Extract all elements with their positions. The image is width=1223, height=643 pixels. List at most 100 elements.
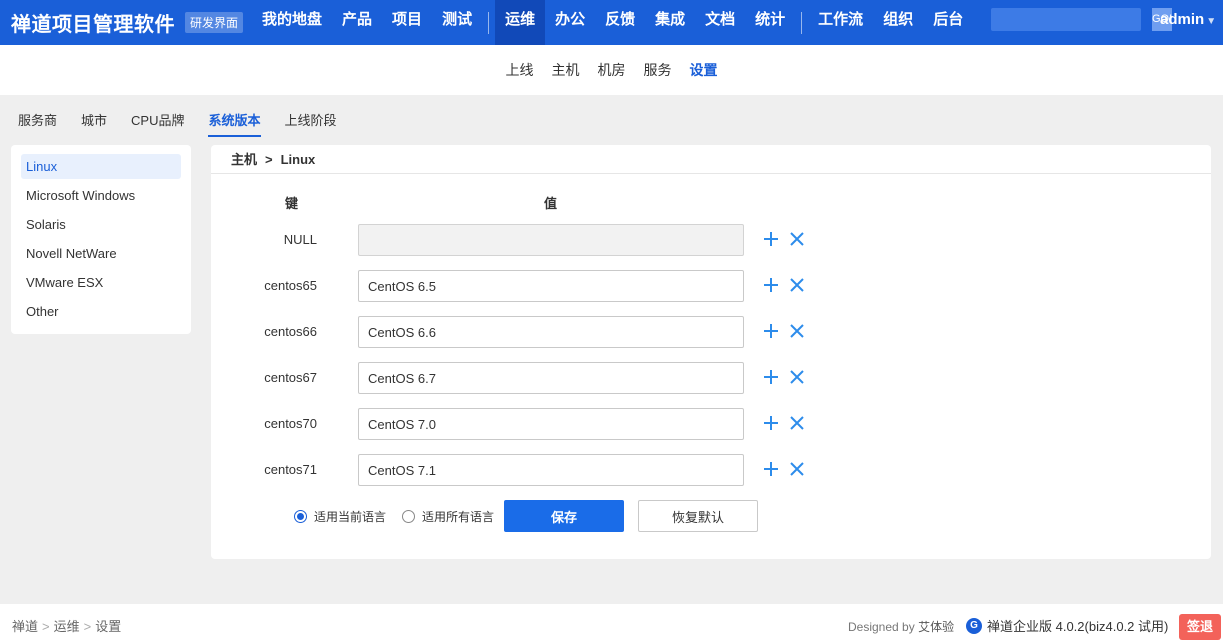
- nav-item[interactable]: 我的地盘: [252, 0, 332, 45]
- nav-item[interactable]: 运维: [495, 0, 546, 45]
- row-value-input[interactable]: [358, 454, 744, 486]
- user-menu[interactable]: admin ▼: [1160, 11, 1216, 28]
- row-key: centos67: [264, 370, 317, 385]
- key-value-row: centos71: [211, 454, 1211, 486]
- plus-icon[interactable]: [762, 368, 780, 386]
- version-info[interactable]: G 禅道企业版 4.0.2(biz4.0.2 试用): [966, 616, 1168, 635]
- key-value-row: NULL: [211, 224, 1211, 256]
- nav-item[interactable]: 集成: [645, 0, 695, 45]
- interface-badge[interactable]: 研发界面: [185, 12, 244, 33]
- nav-item[interactable]: 文档: [695, 0, 745, 45]
- row-key: centos65: [264, 278, 317, 293]
- column-header-value: 值: [544, 196, 558, 211]
- sub-nav: 上线 主机 机房 服务 设置: [0, 45, 1223, 95]
- column-header-key: 键: [285, 196, 299, 211]
- nav-divider: [488, 11, 490, 34]
- signout-button[interactable]: 签退: [1179, 614, 1221, 640]
- breadcrumb-separator-icon: >: [83, 619, 92, 634]
- panel-breadcrumb: 主机 > Linux: [211, 145, 1211, 174]
- close-icon[interactable]: [788, 230, 806, 248]
- footer: 禅道 > 运维 > 设置 Designed by 艾体验 G 禅道企业版 4.0.2(b…: [0, 604, 1223, 643]
- os-category-list: Linux Microsoft Windows Solaris Novell NetW…: [11, 145, 191, 334]
- radio-all-languages[interactable]: 适用所有语言: [402, 508, 494, 525]
- sidebar-item[interactable]: VMware ESX: [21, 270, 181, 295]
- row-value-input[interactable]: [358, 408, 744, 440]
- designed-by-name[interactable]: 艾体验: [918, 620, 954, 634]
- user-name: admin: [1160, 11, 1205, 28]
- settings-tabs: 服务商 城市 CPU品牌 系统版本 上线阶段: [18, 110, 361, 137]
- breadcrumb-parent: 主机: [231, 152, 258, 167]
- tab-item[interactable]: 系统版本: [208, 110, 261, 137]
- main-nav: 我的地盘 产品 项目 测试 运维 办公 反馈 集成 文档 统计 工作流 组织 后台: [252, 0, 973, 45]
- sidebar-item[interactable]: Solaris: [21, 212, 181, 237]
- subnav-item[interactable]: 上线: [497, 60, 543, 80]
- tab-item[interactable]: CPU品牌: [131, 110, 184, 137]
- save-button[interactable]: 保存: [504, 500, 624, 532]
- close-icon[interactable]: [788, 276, 806, 294]
- close-icon[interactable]: [788, 368, 806, 386]
- row-value-input[interactable]: [358, 270, 744, 302]
- restore-default-button[interactable]: 恢复默认: [638, 500, 758, 532]
- radio-current-language-label: 适用当前语言: [314, 510, 387, 524]
- nav-item[interactable]: 统计: [745, 0, 795, 45]
- nav-item[interactable]: 后台: [923, 0, 973, 45]
- tab-item[interactable]: 服务商: [18, 110, 57, 137]
- tab-item[interactable]: 上线阶段: [285, 110, 337, 137]
- nav-item[interactable]: 办公: [545, 0, 595, 45]
- app-brand[interactable]: 禅道项目管理软件: [11, 8, 175, 37]
- radio-current-language-button[interactable]: [294, 510, 307, 523]
- row-key: centos66: [264, 324, 317, 339]
- nav-divider: [801, 11, 803, 34]
- plus-icon[interactable]: [762, 322, 780, 340]
- close-icon[interactable]: [788, 414, 806, 432]
- plus-icon[interactable]: [762, 414, 780, 432]
- sidebar-item[interactable]: Novell NetWare: [21, 241, 181, 266]
- sidebar-item[interactable]: Linux: [21, 154, 181, 179]
- breadcrumb-separator-icon: >: [265, 152, 273, 167]
- radio-current-language[interactable]: 适用当前语言: [294, 508, 386, 525]
- plus-icon[interactable]: [762, 460, 780, 478]
- nav-item[interactable]: 组织: [873, 0, 923, 45]
- key-value-row: centos66: [211, 316, 1211, 348]
- zentao-logo-icon: G: [966, 617, 982, 634]
- nav-item[interactable]: 反馈: [595, 0, 645, 45]
- row-value-input[interactable]: [358, 362, 744, 394]
- key-value-row: centos65: [211, 270, 1211, 302]
- close-icon[interactable]: [788, 460, 806, 478]
- plus-icon[interactable]: [762, 276, 780, 294]
- sidebar-item[interactable]: Other: [21, 299, 181, 324]
- radio-all-languages-label: 适用所有语言: [422, 510, 495, 524]
- footer-crumb[interactable]: 设置: [95, 619, 121, 634]
- version-text: 禅道企业版 4.0.2(biz4.0.2 试用): [987, 619, 1169, 634]
- radio-all-languages-button[interactable]: [402, 510, 415, 523]
- row-key: centos70: [264, 416, 317, 431]
- designed-by: Designed by 艾体验: [848, 618, 954, 635]
- key-value-row: centos67: [211, 362, 1211, 394]
- nav-item[interactable]: 项目: [382, 0, 432, 45]
- top-navbar: 禅道项目管理软件 研发界面 我的地盘 产品 项目 测试 运维 办公 反馈 集成 文档 统计 工作…: [0, 0, 1223, 45]
- key-value-row: centos70: [211, 408, 1211, 440]
- search-input[interactable]: [991, 8, 1152, 31]
- sidebar-item[interactable]: Microsoft Windows: [21, 183, 181, 208]
- footer-breadcrumb: 禅道 > 运维 > 设置: [12, 616, 121, 635]
- plus-icon[interactable]: [762, 230, 780, 248]
- breadcrumb-separator-icon: >: [42, 619, 50, 634]
- subnav-item[interactable]: 机房: [589, 60, 635, 80]
- nav-item[interactable]: 工作流: [808, 0, 873, 45]
- row-key: NULL: [283, 232, 317, 247]
- subnav-item[interactable]: 设置: [681, 60, 727, 80]
- footer-crumb[interactable]: 禅道: [12, 619, 38, 634]
- chevron-down-icon: ▼: [1206, 16, 1217, 27]
- subnav-item[interactable]: 服务: [635, 60, 681, 80]
- subnav-item[interactable]: 主机: [543, 60, 589, 80]
- nav-item[interactable]: 测试: [432, 0, 482, 45]
- designed-by-prefix: Designed by: [848, 620, 915, 634]
- close-icon[interactable]: [788, 322, 806, 340]
- nav-item[interactable]: 产品: [332, 0, 382, 45]
- form-footer: 适用当前语言 适用所有语言 保存 恢复默认: [211, 500, 1211, 532]
- row-value-input: [358, 224, 744, 256]
- footer-crumb[interactable]: 运维: [54, 619, 80, 634]
- row-key: centos71: [264, 462, 317, 477]
- tab-item[interactable]: 城市: [81, 110, 107, 137]
- row-value-input[interactable]: [358, 316, 744, 348]
